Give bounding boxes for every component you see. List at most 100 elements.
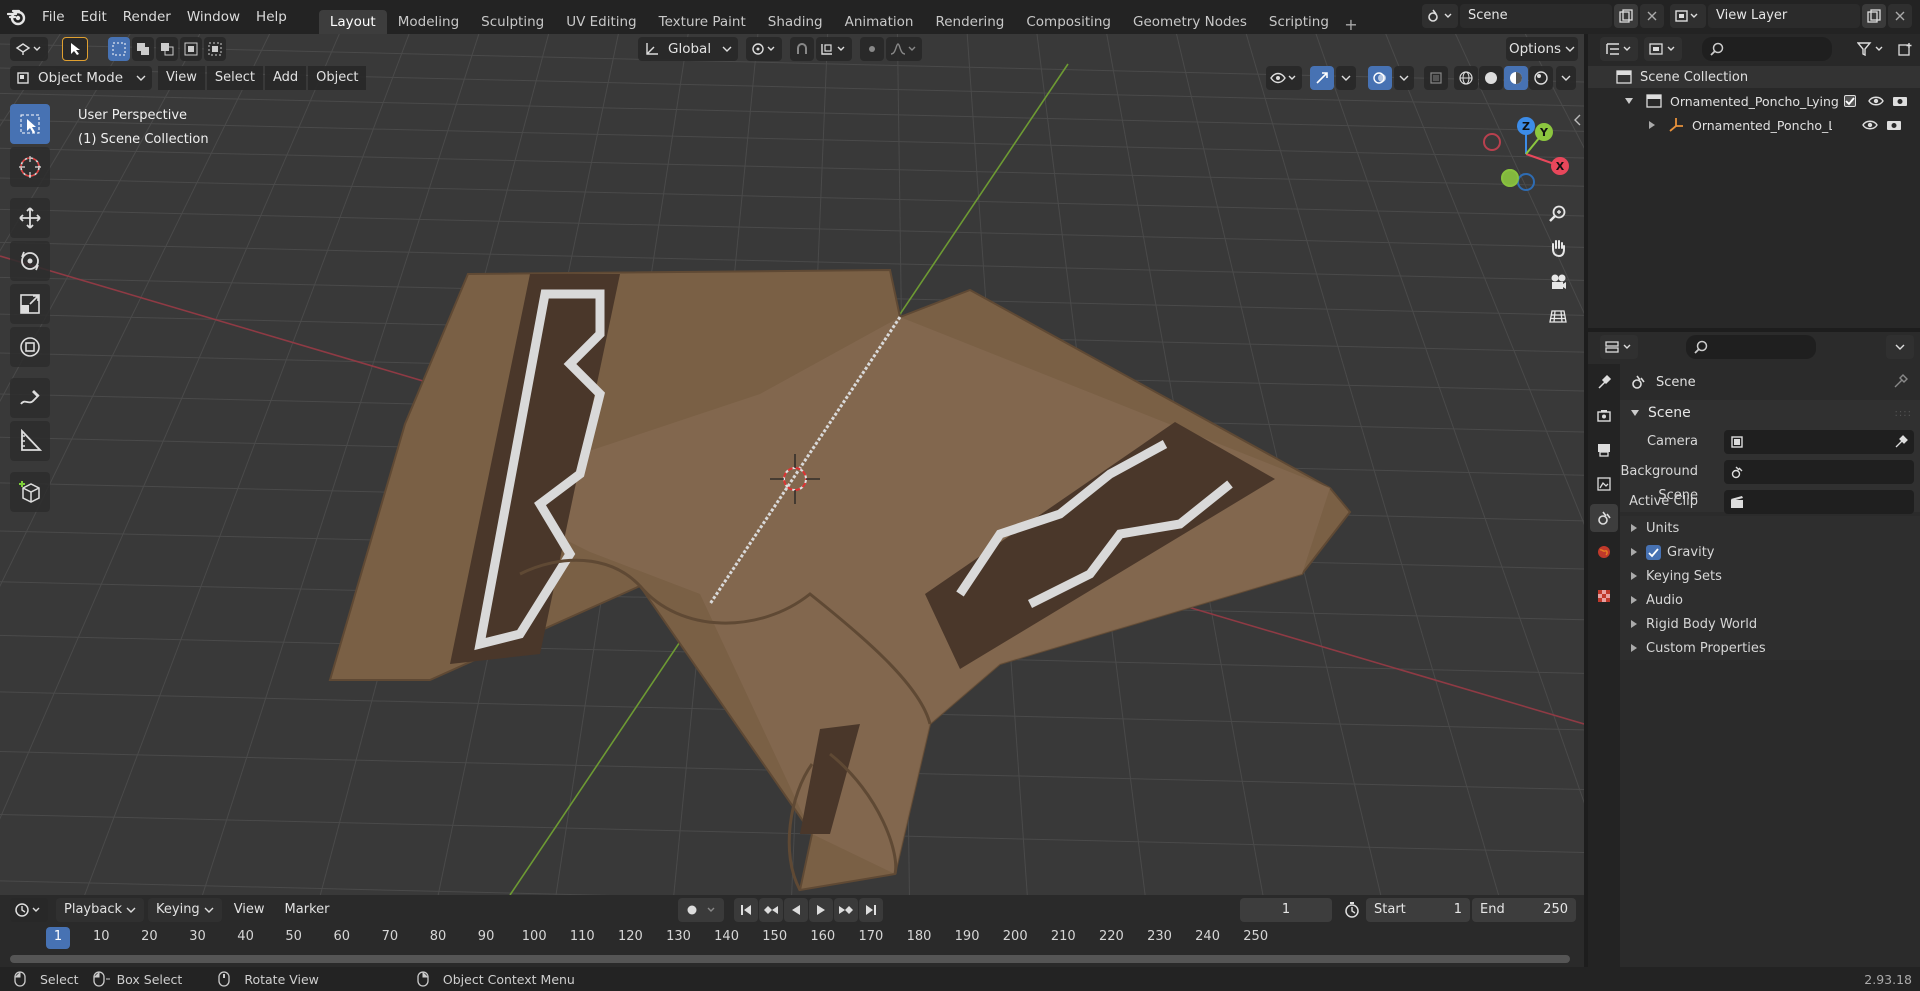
menu-add[interactable]: Add xyxy=(264,66,307,90)
tab-shading[interactable]: Shading xyxy=(757,10,834,34)
subpanel-audio[interactable]: Audio xyxy=(1620,588,1920,612)
navigation-gizmo[interactable]: Z Y X xyxy=(1480,112,1572,202)
tab-rendering[interactable]: Rendering xyxy=(924,10,1015,34)
menu-object[interactable]: Object xyxy=(308,66,367,90)
select-new-icon[interactable] xyxy=(108,37,130,61)
select-invert-icon[interactable] xyxy=(180,37,202,61)
menu-edit[interactable]: Edit xyxy=(73,5,115,29)
frame-ruler[interactable]: 1 10 20 30 40 50 60 70 80 90 100 110 120 130 140 150 160… xyxy=(0,927,1584,951)
menu-file[interactable]: File xyxy=(34,5,73,29)
tab-modeling[interactable]: Modeling xyxy=(387,10,470,34)
gizmo-toggle-icon[interactable] xyxy=(1310,66,1334,90)
snap-icon[interactable] xyxy=(790,37,814,61)
pin-icon[interactable] xyxy=(1894,374,1908,388)
snap-target-icon[interactable] xyxy=(816,37,852,61)
timeline-editor-type-icon[interactable] xyxy=(10,898,48,922)
timeline-scrollbar[interactable] xyxy=(10,955,1570,963)
camera-render-icon[interactable] xyxy=(1892,95,1908,107)
tab-texture-paint[interactable]: Texture Paint xyxy=(648,10,757,34)
camera-view-icon[interactable] xyxy=(1544,268,1572,296)
display-mode-icon[interactable] xyxy=(1644,37,1682,61)
render-tab-icon[interactable] xyxy=(1590,402,1618,430)
drag-handle-icon[interactable]: :::: xyxy=(1895,408,1912,419)
tab-sculpting[interactable]: Sculpting xyxy=(470,10,555,34)
subpanel-units[interactable]: Units xyxy=(1620,516,1920,540)
transform-orientation-dropdown[interactable]: Global xyxy=(638,37,738,61)
end-frame-field[interactable]: End 250 xyxy=(1472,898,1576,922)
delete-view-layer-icon[interactable] xyxy=(1888,4,1912,28)
transform-tool[interactable] xyxy=(10,327,50,367)
viewport-scene[interactable] xyxy=(0,34,1584,895)
chevron-down-icon[interactable] xyxy=(1336,66,1356,90)
jump-to-end-icon[interactable] xyxy=(859,898,883,922)
eye-icon[interactable] xyxy=(1868,95,1884,107)
exclude-checkbox[interactable] xyxy=(1844,95,1856,107)
jump-to-keyframe-next-icon[interactable] xyxy=(834,898,858,922)
select-extend-icon[interactable] xyxy=(132,37,154,61)
eyedropper-icon[interactable] xyxy=(1894,435,1908,449)
select-box-tool[interactable] xyxy=(10,104,50,144)
preview-range-icon[interactable] xyxy=(1340,898,1364,922)
outliner-editor-type-icon[interactable] xyxy=(1600,37,1638,61)
play-reverse-icon[interactable] xyxy=(784,898,808,922)
poncho-object[interactable] xyxy=(328,268,1352,892)
menu-select[interactable]: Select xyxy=(206,66,263,90)
scene-name-field[interactable]: Scene xyxy=(1460,4,1612,28)
sidebar-toggle-icon[interactable] xyxy=(1574,114,1582,126)
world-tab-icon[interactable] xyxy=(1590,538,1618,566)
outliner-row-root[interactable]: Scene Collection xyxy=(1588,66,1920,88)
orthographic-toggle-icon[interactable] xyxy=(1544,302,1572,330)
new-collection-icon[interactable] xyxy=(1894,37,1918,61)
filter-icon[interactable] xyxy=(1852,37,1890,61)
chevron-down-icon[interactable] xyxy=(1886,335,1914,359)
background-scene-field[interactable] xyxy=(1724,460,1914,484)
rotate-tool[interactable] xyxy=(10,241,50,281)
material-preview-icon[interactable] xyxy=(1504,66,1528,90)
tab-compositing[interactable]: Compositing xyxy=(1015,10,1122,34)
tab-geometry-nodes[interactable]: Geometry Nodes xyxy=(1122,10,1258,34)
add-cube-tool[interactable] xyxy=(10,472,50,512)
tab-uv-editing[interactable]: UV Editing xyxy=(555,10,647,34)
pivot-point-icon[interactable] xyxy=(746,37,782,61)
properties-editor-type-icon[interactable] xyxy=(1600,335,1638,359)
xray-icon[interactable] xyxy=(1424,66,1448,90)
subpanel-gravity[interactable]: Gravity xyxy=(1620,540,1920,564)
options-dropdown[interactable]: Options xyxy=(1506,37,1578,61)
view-layer-browse-icon[interactable] xyxy=(1670,4,1706,28)
visibility-icon[interactable] xyxy=(1266,66,1302,90)
scale-tool[interactable] xyxy=(10,284,50,324)
outliner-row-collection[interactable]: Ornamented_Poncho_Lying_( xyxy=(1588,90,1920,112)
active-clip-field[interactable] xyxy=(1724,490,1914,514)
subpanel-custom-properties[interactable]: Custom Properties xyxy=(1620,636,1920,660)
neg-z-axis-handle[interactable] xyxy=(1517,173,1535,191)
camera-render-icon[interactable] xyxy=(1886,119,1902,131)
blender-logo-icon[interactable] xyxy=(0,0,34,34)
neg-x-axis-handle[interactable] xyxy=(1483,133,1501,151)
menu-view[interactable]: View xyxy=(158,66,205,90)
current-frame-field[interactable]: 1 xyxy=(1240,898,1332,922)
start-frame-field[interactable]: Start 1 xyxy=(1366,898,1470,922)
proportional-edit-icon[interactable] xyxy=(860,37,884,61)
add-workspace-button[interactable]: + xyxy=(1340,15,1362,34)
menu-render[interactable]: Render xyxy=(115,5,179,29)
zoom-icon[interactable] xyxy=(1544,200,1572,228)
chevron-down-icon[interactable] xyxy=(1394,66,1414,90)
subpanel-rigid-body-world[interactable]: Rigid Body World xyxy=(1620,612,1920,636)
menu-keying[interactable]: Keying xyxy=(148,898,222,922)
outliner-search-input[interactable] xyxy=(1702,37,1832,61)
jump-to-keyframe-prev-icon[interactable] xyxy=(759,898,783,922)
tool-tab-icon[interactable] xyxy=(1590,368,1618,396)
wireframe-shading-icon[interactable] xyxy=(1454,66,1478,90)
measure-tool[interactable] xyxy=(10,421,50,461)
auto-keying-icon[interactable] xyxy=(678,898,724,922)
expand-down-icon[interactable] xyxy=(1624,97,1634,105)
select-intersect-icon[interactable] xyxy=(204,37,226,61)
overlays-icon[interactable] xyxy=(1368,66,1392,90)
rendered-shading-icon[interactable] xyxy=(1529,66,1553,90)
jump-to-start-icon[interactable] xyxy=(734,898,758,922)
scene-panel-header[interactable]: Scene :::: xyxy=(1620,400,1920,426)
proportional-falloff-icon[interactable] xyxy=(886,37,922,61)
chevron-down-icon[interactable] xyxy=(1556,66,1576,90)
eye-icon[interactable] xyxy=(1862,119,1878,131)
texture-tab-icon[interactable] xyxy=(1590,582,1618,610)
